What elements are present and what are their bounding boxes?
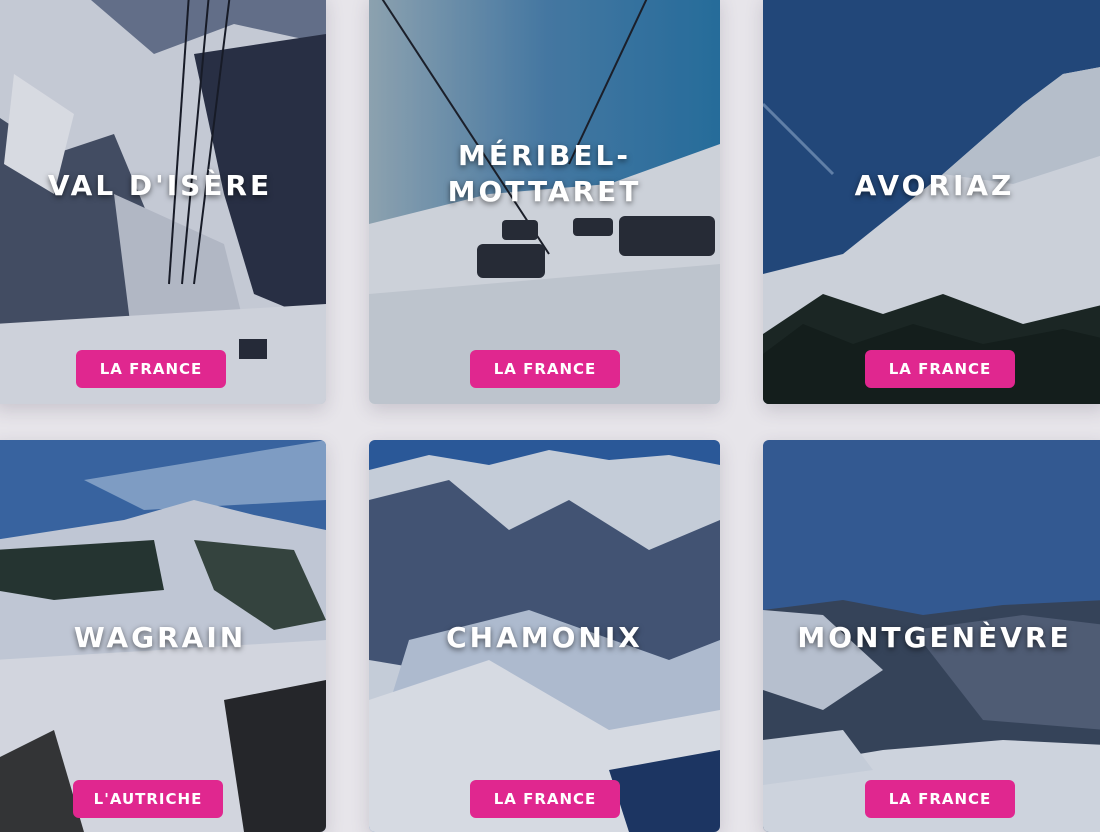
resort-card-meribel-mottaret[interactable]: MÉRIBEL- MOTTARET LA FRANCE	[369, 0, 720, 404]
country-badge[interactable]: L'AUTRICHE	[73, 780, 223, 818]
resort-title: VAL D'ISÈRE	[47, 169, 273, 202]
resort-grid: VAL D'ISÈRE LA FRANCE MÉRIBEL- MOTTARET …	[0, 0, 1100, 832]
resort-title: AVORIAZ	[854, 169, 1015, 202]
resort-card-wagrain[interactable]: WAGRAIN L'AUTRICHE	[0, 440, 326, 832]
country-badge[interactable]: LA FRANCE	[470, 350, 620, 388]
resort-title: CHAMONIX	[446, 621, 643, 654]
resort-title: WAGRAIN	[73, 621, 247, 654]
country-badge[interactable]: LA FRANCE	[76, 350, 226, 388]
country-badge[interactable]: LA FRANCE	[470, 780, 620, 818]
resort-card-montgenevre[interactable]: MONTGENÈVRE LA FRANCE	[763, 440, 1100, 832]
country-badge[interactable]: LA FRANCE	[865, 780, 1015, 818]
resort-title: MONTGENÈVRE	[797, 621, 1072, 654]
country-badge[interactable]: LA FRANCE	[865, 350, 1015, 388]
resort-card-val-disere[interactable]: VAL D'ISÈRE LA FRANCE	[0, 0, 326, 404]
resort-title: MÉRIBEL- MOTTARET	[447, 139, 642, 208]
resort-card-chamonix[interactable]: CHAMONIX LA FRANCE	[369, 440, 720, 832]
resort-card-avoriaz[interactable]: AVORIAZ LA FRANCE	[763, 0, 1100, 404]
